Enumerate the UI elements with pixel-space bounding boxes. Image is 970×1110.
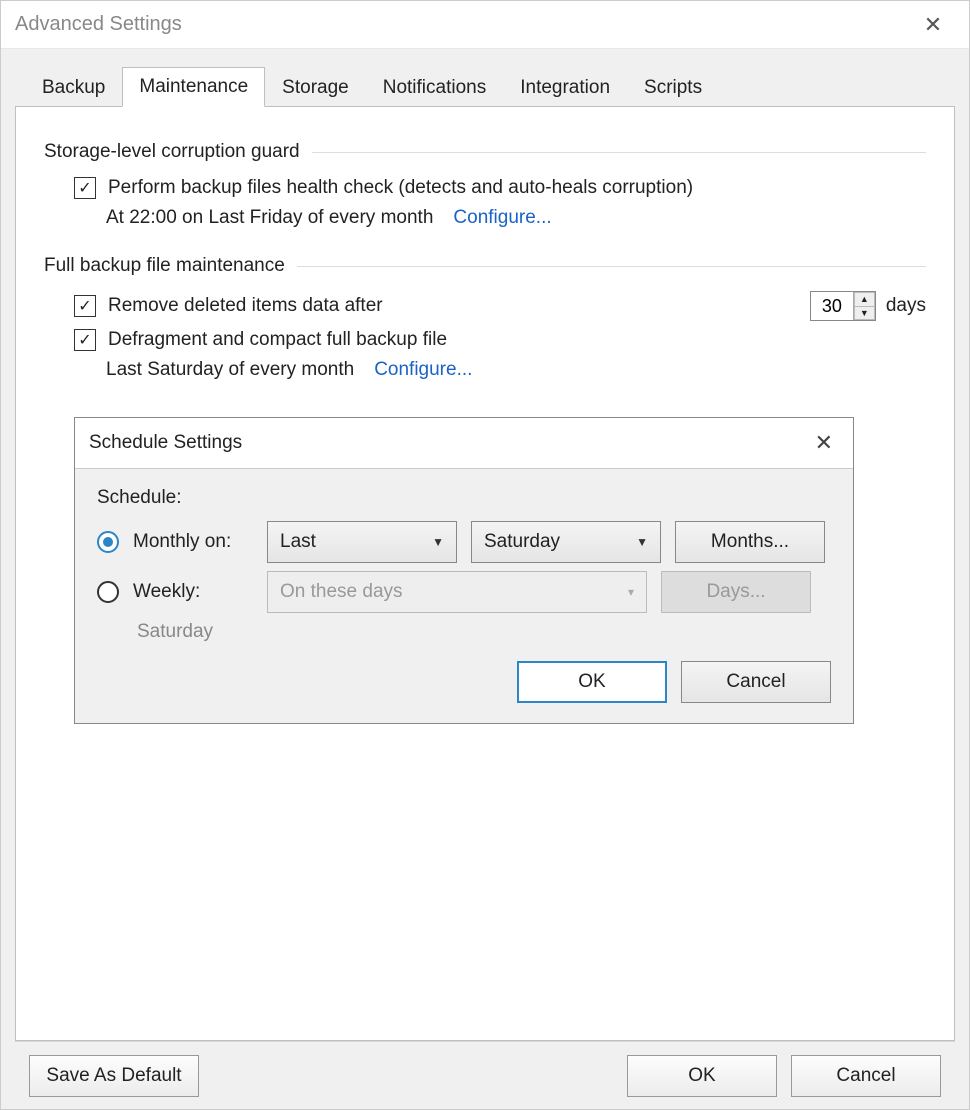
schedule-dialog-titlebar: Schedule Settings ✕: [75, 418, 853, 469]
radio-monthly[interactable]: [97, 531, 119, 553]
row-defragment-schedule: Last Saturday of every month Configure..…: [106, 359, 926, 381]
schedule-ok-button[interactable]: OK: [517, 661, 667, 703]
chevron-down-icon: ▾: [628, 585, 634, 599]
cancel-button[interactable]: Cancel: [791, 1055, 941, 1097]
spinner-arrows: ▲ ▼: [853, 292, 875, 320]
ok-label: OK: [688, 1065, 715, 1087]
dropdown-ordinal[interactable]: Last ▼: [267, 521, 457, 563]
save-as-default-button[interactable]: Save As Default: [29, 1055, 199, 1097]
cancel-label: Cancel: [836, 1065, 895, 1087]
tab-backup[interactable]: Backup: [25, 68, 122, 107]
schedule-cancel-button[interactable]: Cancel: [681, 661, 831, 703]
spinner-up-icon[interactable]: ▲: [854, 292, 875, 306]
checkbox-healthcheck-label: Perform backup files health check (detec…: [108, 177, 693, 199]
dropdown-ordinal-value: Last: [280, 531, 432, 553]
tab-storage[interactable]: Storage: [265, 68, 366, 107]
checkbox-defragment[interactable]: ✓: [74, 329, 96, 351]
defragment-schedule-text: Last Saturday of every month: [106, 359, 354, 381]
dropdown-day[interactable]: Saturday ▼: [471, 521, 661, 563]
days-button: Days...: [661, 571, 811, 613]
group-full-backup: Full backup file maintenance: [44, 255, 926, 277]
defragment-configure-link[interactable]: Configure...: [374, 359, 472, 381]
healthcheck-configure-link[interactable]: Configure...: [453, 207, 551, 229]
chevron-down-icon: ▼: [432, 535, 444, 549]
ok-button[interactable]: OK: [627, 1055, 777, 1097]
months-button[interactable]: Months...: [675, 521, 825, 563]
row-healthcheck-schedule: At 22:00 on Last Friday of every month C…: [106, 207, 926, 229]
checkbox-healthcheck[interactable]: ✓: [74, 177, 96, 199]
schedule-label: Schedule:: [97, 487, 831, 509]
row-defragment: ✓ Defragment and compact full backup fil…: [74, 329, 926, 351]
tab-scripts[interactable]: Scripts: [627, 68, 719, 107]
schedule-dialog-close-icon[interactable]: ✕: [809, 430, 839, 456]
chevron-down-icon: ▼: [636, 535, 648, 549]
schedule-cancel-label: Cancel: [726, 671, 785, 693]
group-full-backup-label: Full backup file maintenance: [44, 255, 285, 277]
tab-maintenance[interactable]: Maintenance: [122, 67, 265, 107]
schedule-dialog-buttons: OK Cancel: [97, 661, 831, 703]
dropdown-weekly-placeholder: On these days: [280, 581, 628, 603]
checkbox-defragment-label: Defragment and compact full backup file: [108, 329, 447, 351]
save-as-default-label: Save As Default: [46, 1065, 181, 1087]
radio-weekly-label: Weekly:: [133, 581, 253, 603]
radio-weekly[interactable]: [97, 581, 119, 603]
tab-integration[interactable]: Integration: [503, 68, 627, 107]
radio-monthly-label: Monthly on:: [133, 531, 253, 553]
tab-notifications[interactable]: Notifications: [366, 68, 504, 107]
close-icon[interactable]: ✕: [911, 12, 955, 38]
footer: Save As Default OK Cancel: [15, 1041, 955, 1109]
tab-bar: Backup Maintenance Storage Notifications…: [15, 67, 955, 107]
schedule-ok-label: OK: [578, 671, 605, 693]
divider: [297, 266, 926, 267]
group-storage-guard-label: Storage-level corruption guard: [44, 141, 300, 163]
row-remove-deleted: ✓ Remove deleted items data after ▲ ▼ da…: [74, 291, 926, 321]
days-button-label: Days...: [706, 581, 765, 603]
months-button-label: Months...: [711, 531, 789, 553]
content-area: Backup Maintenance Storage Notifications…: [1, 49, 969, 1109]
schedule-monthly-row: Monthly on: Last ▼ Saturday ▼ Months...: [97, 521, 831, 563]
schedule-dialog-body: Schedule: Monthly on: Last ▼ Saturday ▼: [75, 469, 853, 723]
divider: [312, 152, 926, 153]
checkbox-remove-deleted[interactable]: ✓: [74, 295, 96, 317]
days-spinner: ▲ ▼: [810, 291, 876, 321]
group-storage-guard: Storage-level corruption guard: [44, 141, 926, 163]
schedule-summary: Saturday: [137, 621, 831, 643]
window-title: Advanced Settings: [15, 13, 911, 36]
row-healthcheck: ✓ Perform backup files health check (det…: [74, 177, 926, 199]
advanced-settings-window: Advanced Settings ✕ Backup Maintenance S…: [0, 0, 970, 1110]
dropdown-day-value: Saturday: [484, 531, 636, 553]
healthcheck-schedule-text: At 22:00 on Last Friday of every month: [106, 207, 433, 229]
checkbox-remove-deleted-label: Remove deleted items data after: [108, 295, 383, 317]
days-input[interactable]: [811, 292, 853, 320]
dropdown-weekly-days[interactable]: On these days ▾: [267, 571, 647, 613]
days-suffix: days: [886, 295, 926, 317]
tab-pane-maintenance: Storage-level corruption guard ✓ Perform…: [15, 106, 955, 1041]
schedule-settings-dialog: Schedule Settings ✕ Schedule: Monthly on…: [74, 417, 854, 724]
titlebar: Advanced Settings ✕: [1, 1, 969, 49]
schedule-dialog-title: Schedule Settings: [89, 432, 809, 454]
schedule-weekly-row: Weekly: On these days ▾ Days...: [97, 571, 831, 613]
spinner-down-icon[interactable]: ▼: [854, 306, 875, 321]
